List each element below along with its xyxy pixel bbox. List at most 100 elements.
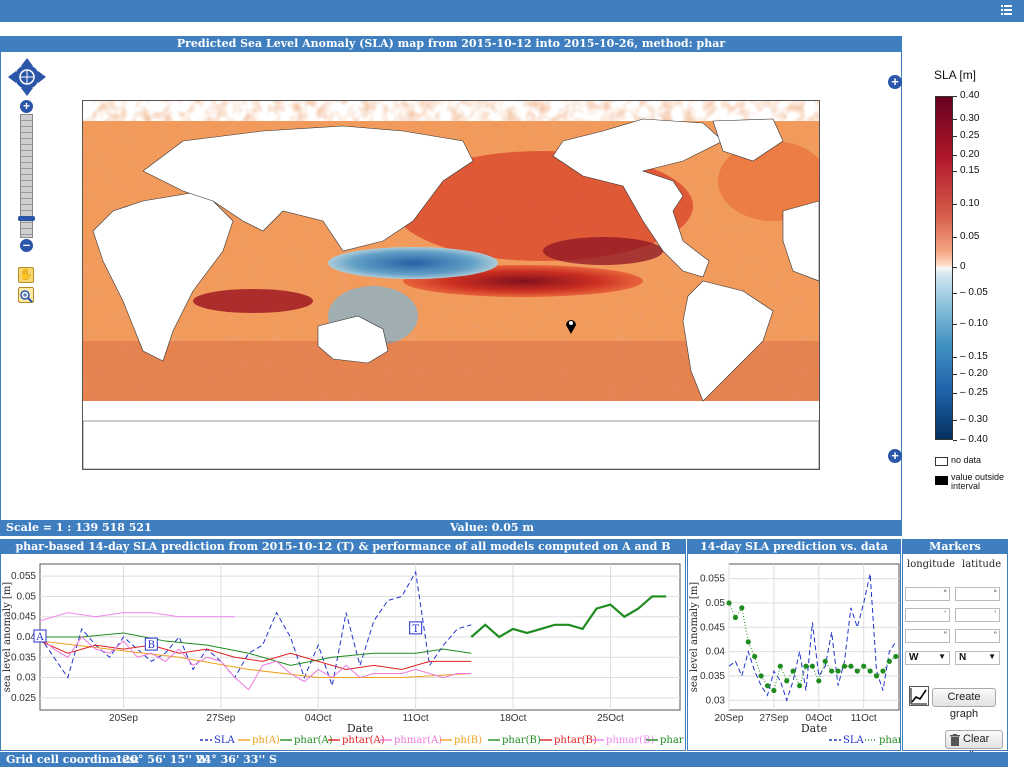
data-point [835,668,841,674]
colorbar-tick-mark [953,236,957,238]
colorbar-tick-label: – 0.20 [960,367,988,379]
y-tick-label: 0.035 [11,652,36,663]
colorbar [935,96,953,440]
zoom-box-icon[interactable] [18,287,34,303]
data-point [848,663,854,669]
y-tick-label: 0.04 [706,647,726,658]
latitude-minutes-input[interactable]: ' [955,608,1000,622]
x-tick-label: 27Sep [206,713,235,724]
clear-all-button[interactable]: Clear all [945,730,1003,762]
legend-entry: phar(B) [502,735,541,746]
zoom-in-button[interactable]: + [20,100,33,113]
colorbar-tick-label: 0.40 [960,90,980,101]
zoom-out-button[interactable]: – [20,238,33,252]
colorbar-tick-label: 0.30 [960,113,980,125]
y-tick-label: 0.05 [17,591,37,602]
legend-entry: phtar(A) [342,735,385,746]
colorbar-tick-mark [953,96,957,97]
top-bar [0,0,1024,22]
longitude-minutes-input[interactable]: ' [905,608,950,622]
latitude-degrees-input[interactable]: ° [955,587,1000,601]
chevron-down-icon: ▼ [988,652,996,661]
east-west-select[interactable]: W ▼ [905,651,950,665]
outside-interval-label-2: interval [951,481,981,491]
data-point [893,653,899,660]
colorbar-tick-label: 0.20 [960,148,980,160]
prediction-performance-chart[interactable]: 0.025 0.03 0.035 0.04 0.045 0.05 0.055 20Sep 27S… [0,556,686,750]
graph-icon[interactable] [909,686,929,706]
colorbar-tick-mark [953,440,957,441]
y-tick-label: 0.055 [700,574,725,585]
data-point [861,663,867,669]
y-tick-label: 0.04 [17,632,37,643]
pan-hand-icon[interactable]: ✋ [18,267,34,283]
data-point [880,668,886,674]
data-point [873,673,880,679]
colorbar-tick-mark [953,324,957,326]
colorbar-tick-label: – 0.40 [960,434,988,445]
colorbar-tick-label: 0.15 [960,165,980,177]
legend-entry: phmar(A) [394,735,442,746]
latitude-seconds-input[interactable]: '' [955,629,1000,643]
no-data-label: no data [951,455,982,465]
sla-map[interactable] [82,100,820,470]
colorbar-tick-mark [953,293,957,295]
legend-entry: phar(A) [294,735,333,746]
x-tick-label: 11Oct [403,713,429,724]
colorbar-tick-mark [953,420,957,422]
expand-right-top-button[interactable]: + [888,75,902,89]
data-point [854,668,860,674]
y-tick-label: 0.025 [11,693,36,704]
x-tick-label: 04Oct [305,713,332,724]
y-tick-label: 0.03 [706,695,726,706]
location-pin-icon [565,317,577,335]
x-tick-label: 11Oct [851,713,877,724]
data-point [790,668,796,674]
data-point [809,663,815,669]
y-tick-label: 0.035 [700,671,725,682]
prediction-vs-data-chart[interactable]: 0.030.0350.040.0450.050.05520Sep 27Sep 04O… [687,556,901,750]
longitude-degrees-input[interactable]: ° [905,587,950,601]
footer-bar: Grid cell coordinates: 120° 56' 15'' W 2… [0,752,1008,767]
colorbar-tick-label: – 0.30 [960,414,988,426]
data-point [822,658,828,664]
expand-right-bottom-button[interactable]: + [888,449,902,463]
colorbar-tick-mark [953,135,957,137]
colorbar-tick-mark [953,119,957,121]
north-south-select[interactable]: N ▼ [955,651,1000,665]
zoom-slider-handle[interactable] [18,216,35,221]
data-point [829,668,835,674]
data-point [867,668,873,674]
colorbar-tick-label: – 0.25 [960,386,988,398]
colorbar-tick-mark [953,266,957,268]
x-tick-label: 20Sep [715,713,744,724]
colorbar-tick-mark [953,392,957,394]
colorbar-tick-label: – 0.15 [960,351,988,363]
data-point [803,663,809,669]
marker-label: T [412,624,419,635]
data-point [764,683,771,689]
y-axis-label: sea level anomaly [m] [2,582,13,693]
x-tick-label: 18Oct [500,713,527,724]
legend-entry: SLA [843,735,864,746]
x-axis-label: Date [801,722,827,735]
x-tick-label: 25Oct [597,713,624,724]
data-point [758,673,764,679]
menu-icon[interactable] [1001,4,1012,16]
colorbar-tick-mark [953,203,957,205]
map-scale: Scale = 1 : 139 518 521 [6,521,152,534]
create-graph-button[interactable]: Create graph [932,688,996,720]
x-axis-label: Date [347,722,373,735]
data-point [796,683,803,689]
colorbar-tick-mark [953,171,957,173]
longitude-seconds-input[interactable]: '' [905,629,950,643]
colorbar-title: SLA [m] [934,68,977,82]
data-point [771,687,777,694]
colorbar-tick-label: 0.25 [960,129,980,141]
markers-panel-title: Markers [902,539,1008,554]
pan-arrows-icon [8,58,46,96]
legend-entry: phar [879,735,901,746]
pan-control[interactable] [8,58,46,96]
legend-entry: SLA [214,735,235,746]
marker-label: A [35,632,44,643]
